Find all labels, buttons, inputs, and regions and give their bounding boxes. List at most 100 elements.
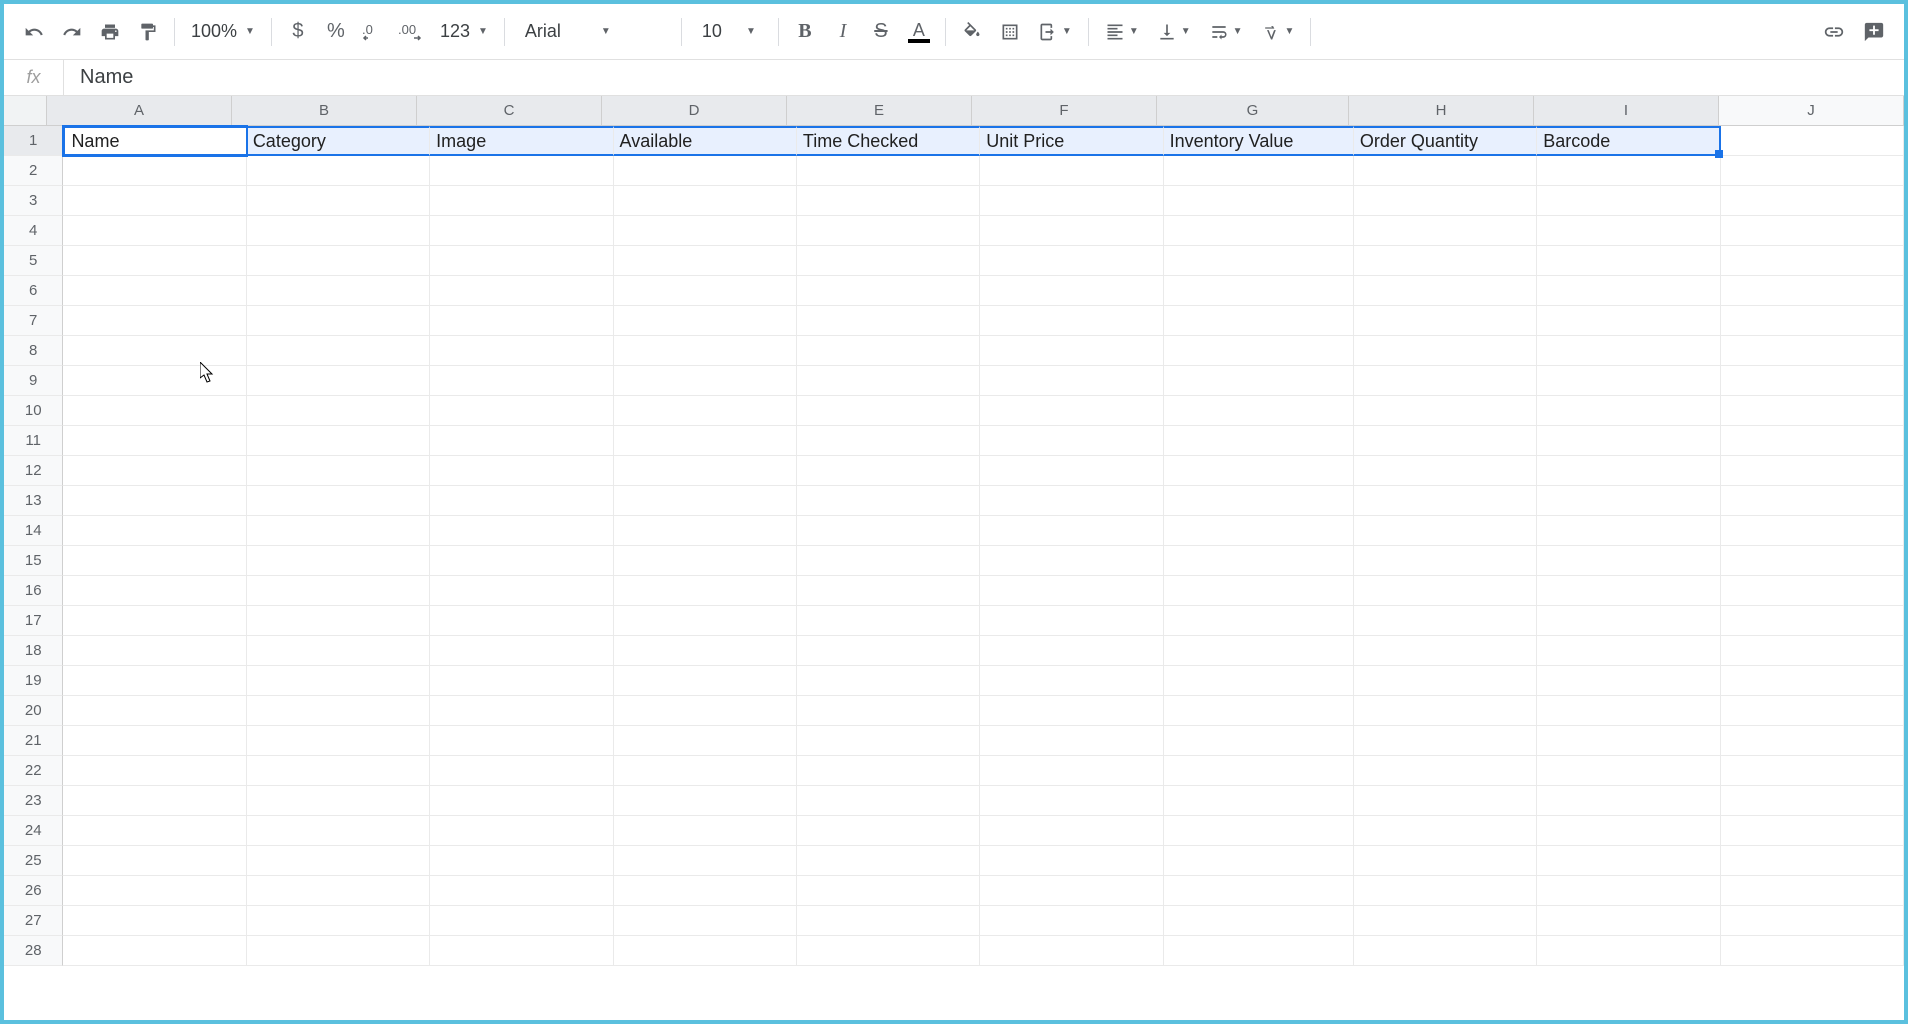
cell-G24[interactable] [1164,816,1354,846]
paint-format-button[interactable] [130,14,166,50]
cell-C13[interactable] [430,486,613,516]
cell-D17[interactable] [614,606,797,636]
cell-C5[interactable] [430,246,613,276]
cell-J14[interactable] [1721,516,1904,546]
row-header-12[interactable]: 12 [4,456,63,486]
cell-H7[interactable] [1354,306,1537,336]
cell-G22[interactable] [1164,756,1354,786]
cell-J17[interactable] [1721,606,1904,636]
cell-A12[interactable] [63,456,246,486]
cell-H2[interactable] [1354,156,1537,186]
cell-H11[interactable] [1354,426,1537,456]
cell-E7[interactable] [797,306,980,336]
cell-G1[interactable]: Inventory Value [1164,126,1354,156]
cell-I14[interactable] [1537,516,1720,546]
cell-H14[interactable] [1354,516,1537,546]
column-header-D[interactable]: D [602,96,787,125]
cell-E20[interactable] [797,696,980,726]
cell-I4[interactable] [1537,216,1720,246]
cell-B1[interactable]: Category [247,126,430,156]
cell-B16[interactable] [247,576,430,606]
cell-C8[interactable] [430,336,613,366]
cell-G7[interactable] [1164,306,1354,336]
cell-F26[interactable] [980,876,1163,906]
cell-F9[interactable] [980,366,1163,396]
cell-D11[interactable] [614,426,797,456]
row-header-9[interactable]: 9 [4,366,63,396]
cell-D14[interactable] [614,516,797,546]
cell-J25[interactable] [1721,846,1904,876]
cell-G25[interactable] [1164,846,1354,876]
cell-A23[interactable] [63,786,246,816]
cell-B14[interactable] [247,516,430,546]
cell-C18[interactable] [430,636,613,666]
text-wrap-dropdown[interactable]: ▼ [1201,22,1251,42]
cell-I5[interactable] [1537,246,1720,276]
cell-C6[interactable] [430,276,613,306]
cell-D2[interactable] [614,156,797,186]
cell-B10[interactable] [247,396,430,426]
cell-I23[interactable] [1537,786,1720,816]
increase-decimal-button[interactable]: .00 [394,14,430,50]
cell-A11[interactable] [63,426,246,456]
cell-A7[interactable] [63,306,246,336]
cell-F20[interactable] [980,696,1163,726]
row-header-18[interactable]: 18 [4,636,63,666]
cell-D13[interactable] [614,486,797,516]
italic-button[interactable]: I [825,14,861,50]
cell-J6[interactable] [1721,276,1904,306]
cell-H9[interactable] [1354,366,1537,396]
row-header-13[interactable]: 13 [4,486,63,516]
cell-A26[interactable] [63,876,246,906]
cell-B9[interactable] [247,366,430,396]
cell-C9[interactable] [430,366,613,396]
cell-J12[interactable] [1721,456,1904,486]
cell-J2[interactable] [1721,156,1904,186]
cell-D12[interactable] [614,456,797,486]
cell-A2[interactable] [63,156,246,186]
cell-A5[interactable] [63,246,246,276]
cell-A28[interactable] [63,936,246,966]
cell-G9[interactable] [1164,366,1354,396]
cell-B15[interactable] [247,546,430,576]
column-header-F[interactable]: F [972,96,1157,125]
row-header-8[interactable]: 8 [4,336,63,366]
column-header-A[interactable]: A [47,96,232,125]
cell-A15[interactable] [63,546,246,576]
row-header-25[interactable]: 25 [4,846,63,876]
cell-B27[interactable] [247,906,430,936]
cell-J4[interactable] [1721,216,1904,246]
cell-I28[interactable] [1537,936,1720,966]
cell-J13[interactable] [1721,486,1904,516]
cell-E14[interactable] [797,516,980,546]
cell-G26[interactable] [1164,876,1354,906]
cell-J20[interactable] [1721,696,1904,726]
cell-C2[interactable] [430,156,613,186]
cell-A27[interactable] [63,906,246,936]
cell-B28[interactable] [247,936,430,966]
cell-C25[interactable] [430,846,613,876]
cell-B3[interactable] [247,186,430,216]
cell-I24[interactable] [1537,816,1720,846]
cell-B5[interactable] [247,246,430,276]
row-header-26[interactable]: 26 [4,876,63,906]
cell-D21[interactable] [614,726,797,756]
cell-B2[interactable] [247,156,430,186]
cell-C19[interactable] [430,666,613,696]
cell-B18[interactable] [247,636,430,666]
cell-D27[interactable] [614,906,797,936]
cell-D5[interactable] [614,246,797,276]
cell-J24[interactable] [1721,816,1904,846]
merge-cells-dropdown[interactable]: ▼ [1030,22,1080,42]
vertical-align-dropdown[interactable]: ▼ [1149,22,1199,42]
row-header-22[interactable]: 22 [4,756,63,786]
cell-J8[interactable] [1721,336,1904,366]
cell-B19[interactable] [247,666,430,696]
row-header-5[interactable]: 5 [4,246,63,276]
cell-A6[interactable] [63,276,246,306]
cell-E15[interactable] [797,546,980,576]
cell-F16[interactable] [980,576,1163,606]
cell-E6[interactable] [797,276,980,306]
cell-J18[interactable] [1721,636,1904,666]
cell-C21[interactable] [430,726,613,756]
